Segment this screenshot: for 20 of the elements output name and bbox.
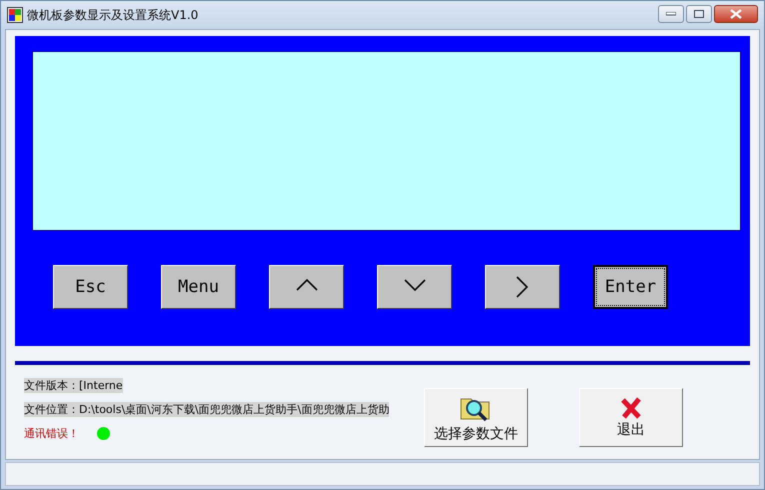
location-label: 文件位置：D:\tools\桌面\河东下载\面兜兜微店上货助手\面兜兜微店上货助 [24, 402, 390, 417]
arrow-key[interactable] [377, 265, 452, 309]
arrow-key[interactable] [485, 265, 560, 309]
close-button[interactable] [714, 5, 758, 23]
window-title: 微机板参数显示及设置系统V1.0 [27, 6, 200, 24]
key-button[interactable]: Menu [161, 265, 236, 309]
exit-button[interactable]: 退出 [579, 388, 683, 447]
minimize-icon [666, 12, 676, 16]
key-button[interactable]: Enter [593, 265, 668, 309]
maximize-button[interactable] [686, 5, 712, 23]
arrow-key[interactable] [269, 265, 344, 309]
select-file-button[interactable]: 选择参数文件 [424, 388, 528, 447]
close-icon [730, 9, 742, 19]
version-label: 文件版本：[Interne [24, 378, 123, 393]
error-message: 通讯错误！ [24, 426, 79, 441]
maximize-icon [694, 10, 704, 18]
cross-icon [620, 396, 642, 418]
app-icon [7, 7, 23, 23]
minimize-button[interactable] [658, 5, 684, 23]
key-button[interactable]: Esc [53, 265, 128, 309]
